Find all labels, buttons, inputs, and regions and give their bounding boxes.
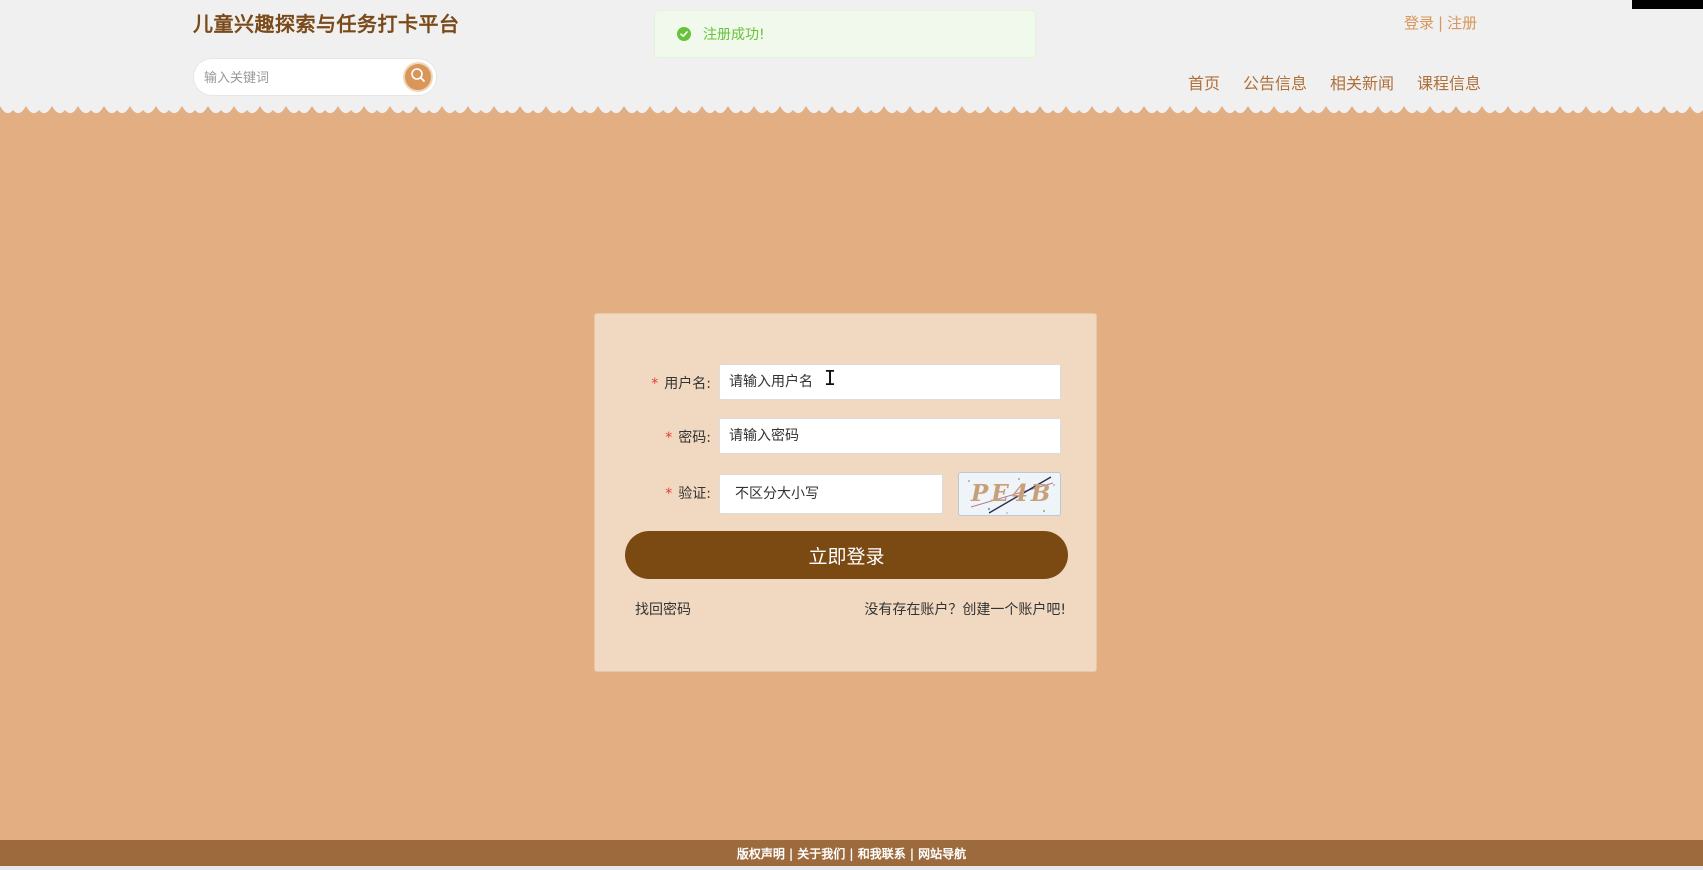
auth-links: 登录 | 注册 (1404, 12, 1477, 33)
toast-message: 注册成功! (703, 27, 765, 43)
header-wave-divider (0, 106, 1703, 120)
login-button[interactable]: 立即登录 (625, 531, 1068, 579)
search-input[interactable] (200, 65, 390, 91)
main-nav: 首页 公告信息 相关新闻 课程信息 (1188, 70, 1481, 94)
password-input[interactable] (719, 418, 1061, 454)
footer-separator: | (909, 846, 915, 861)
bottom-strip (0, 866, 1703, 870)
captcha-label-text: 验证: (678, 486, 711, 502)
footer-links: 版权声明 | 关于我们 | 和我联系 | 网站导航 (737, 845, 966, 862)
footer-link-sitemap[interactable]: 网站导航 (918, 847, 966, 861)
footer-link-contact[interactable]: 和我联系 (858, 847, 906, 861)
search-icon (410, 67, 426, 87)
footer: 版权声明 | 关于我们 | 和我联系 | 网站导航 (0, 840, 1703, 866)
success-toast: 注册成功! (654, 10, 1036, 58)
search-button[interactable] (403, 62, 433, 92)
username-input[interactable] (719, 364, 1061, 400)
captcha-row: * 验证: PE4B (595, 472, 1096, 516)
password-label-text: 密码: (678, 430, 711, 446)
nav-item-courses[interactable]: 课程信息 (1417, 70, 1481, 94)
username-row: * 用户名: (595, 364, 1096, 400)
nav-item-announcements[interactable]: 公告信息 (1243, 70, 1307, 94)
captcha-label: * 验证: (595, 483, 711, 503)
username-label-text: 用户名: (664, 376, 711, 392)
auth-separator: | (1438, 14, 1444, 32)
window-corner-bar (1632, 0, 1703, 9)
register-link[interactable]: 注册 (1447, 14, 1477, 32)
page: 儿童兴趣探索与任务打卡平台 登录|注册 首页 公告信息 相关新闻 课程信息 (0, 0, 1703, 870)
forgot-password-link[interactable]: 找回密码 (635, 599, 691, 619)
login-link[interactable]: 登录 (1404, 14, 1434, 32)
search-box (193, 58, 437, 96)
password-row: * 密码: (595, 418, 1096, 454)
nav-item-home[interactable]: 首页 (1188, 70, 1220, 94)
captcha-input[interactable] (719, 474, 943, 514)
site-title: 儿童兴趣探索与任务打卡平台 (193, 12, 460, 36)
text-cursor-icon: I (824, 366, 837, 390)
login-card: * 用户名: * 密码: * 验证: PE4B (594, 313, 1097, 672)
username-label: * 用户名: (595, 373, 711, 393)
footer-link-about[interactable]: 关于我们 (797, 847, 845, 861)
captcha-image[interactable]: PE4B (958, 472, 1061, 516)
required-mark: * (665, 486, 673, 502)
check-circle-icon (677, 27, 691, 41)
nav-item-news[interactable]: 相关新闻 (1330, 70, 1394, 94)
password-label: * 密码: (595, 427, 711, 447)
footer-link-copyright[interactable]: 版权声明 (737, 847, 785, 861)
create-account-link[interactable]: 没有存在账户？创建一个账户吧! (864, 599, 1066, 619)
footer-separator: | (788, 846, 794, 861)
required-mark: * (665, 430, 673, 446)
footer-separator: | (849, 846, 854, 861)
captcha-text: PE4B (971, 480, 1054, 507)
required-mark: * (651, 376, 659, 392)
